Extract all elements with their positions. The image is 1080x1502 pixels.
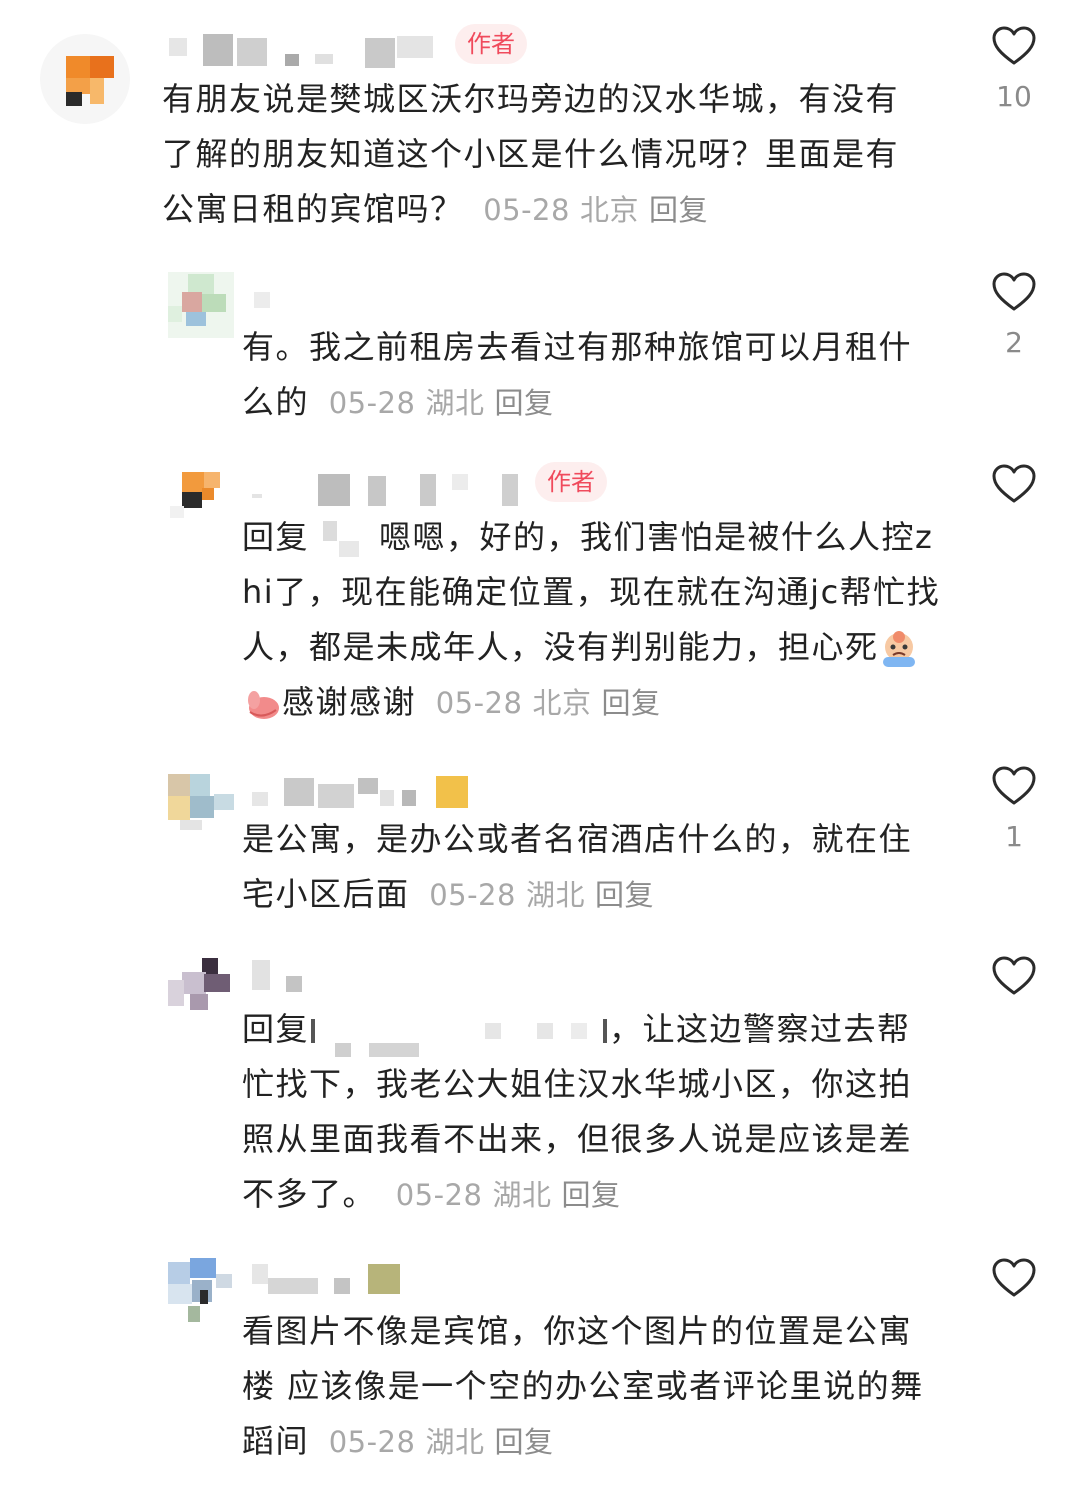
pointing-hand-emoji (248, 691, 279, 719)
username-obscured[interactable] (240, 466, 530, 510)
heart-icon (992, 26, 1036, 65)
comment-text: 回复 嗯嗯，好的，我们害怕是被什么人控zhi了，现在能确定位置，现在就在沟通jc帮… (242, 510, 942, 731)
reply-button[interactable]: 回复 (601, 686, 660, 720)
like-count: 10 (996, 80, 1032, 113)
author-badge: 作者 (455, 24, 527, 64)
comment-date: 05-28 (395, 1178, 483, 1212)
username-obscured[interactable] (250, 280, 290, 324)
heart-icon (992, 956, 1036, 995)
reply-button[interactable]: 回复 (649, 193, 708, 227)
comment-text: 是公寓，是办公或者名宿酒店什么的，就在住宅小区后面 05-28 湖北 回复 (242, 820, 913, 913)
comment-meta: 05-28 北京 回复 (475, 193, 708, 227)
comment-location: 湖北 (492, 1178, 552, 1212)
like-button[interactable]: 1 (980, 766, 1048, 853)
comment-location: 湖北 (425, 1425, 485, 1459)
heart-icon (992, 1258, 1036, 1297)
mention-obscured[interactable] (309, 1013, 609, 1057)
comment-text: 有。我之前租房去看过有那种旅馆可以月租什么的 05-28 湖北 回复 (242, 328, 913, 421)
avatar[interactable] (168, 272, 234, 338)
comment-meta: 05-28 湖北 回复 (388, 1178, 621, 1212)
crying-face-emoji (882, 631, 915, 667)
like-count: 2 (1005, 326, 1023, 359)
reply-prefix: 回复 (242, 518, 310, 556)
comment-meta: 05-28 湖北 回复 (321, 1425, 554, 1459)
author-badge: 作者 (535, 462, 607, 502)
username-obscured[interactable] (165, 24, 445, 68)
reply-prefix: 回复 (242, 1010, 310, 1048)
like-button[interactable] (980, 1258, 1048, 1312)
comment-date: 05-28 (328, 386, 416, 420)
avatar[interactable] (168, 1258, 234, 1324)
avatar[interactable] (168, 462, 234, 528)
reply-button[interactable]: 回复 (494, 1425, 553, 1459)
heart-icon (992, 464, 1036, 503)
heart-icon (992, 272, 1036, 311)
comment-location: 北京 (532, 686, 592, 720)
like-count: 1 (1005, 820, 1023, 853)
username-obscured[interactable] (240, 956, 320, 1000)
mention-obscured[interactable] (309, 521, 379, 557)
comment-location: 湖北 (525, 878, 585, 912)
comment-text: 看图片不像是宾馆，你这个图片的位置是公寓楼 应该像是一个空的办公室或者评论里说的… (242, 1312, 924, 1460)
comment-date: 05-28 (435, 686, 523, 720)
like-button[interactable] (980, 956, 1048, 1010)
username-obscured[interactable] (240, 770, 480, 814)
reply-button[interactable]: 回复 (595, 878, 654, 912)
comment-location: 北京 (579, 193, 639, 227)
like-button[interactable] (980, 464, 1048, 518)
avatar[interactable] (168, 958, 234, 1024)
comment-date: 05-28 (328, 1425, 416, 1459)
comment-meta: 05-28 湖北 回复 (321, 386, 554, 420)
heart-icon (992, 766, 1036, 805)
comment-text: 有朋友说是樊城区沃尔玛旁边的汉水华城，有没有了解的朋友知道这个小区是什么情况呀？… (162, 80, 900, 228)
reply-button[interactable]: 回复 (494, 386, 553, 420)
username-obscured[interactable] (240, 1260, 410, 1304)
like-button[interactable]: 2 (980, 272, 1048, 359)
comment-meta: 05-28 湖北 回复 (421, 878, 654, 912)
avatar[interactable] (168, 772, 234, 838)
comment-date: 05-28 (429, 878, 516, 912)
comment-date: 05-28 (483, 193, 570, 227)
comment-location: 湖北 (425, 386, 485, 420)
avatar[interactable] (40, 34, 130, 124)
reply-button[interactable]: 回复 (561, 1178, 620, 1212)
comment-meta: 05-28 北京 回复 (428, 686, 661, 720)
like-button[interactable]: 10 (980, 26, 1048, 113)
comment-text: 回复 ，让这边警察过去帮忙找下，我老公大姐住汉水华城小区，你这拍照从里面我看不出来… (242, 1010, 913, 1213)
